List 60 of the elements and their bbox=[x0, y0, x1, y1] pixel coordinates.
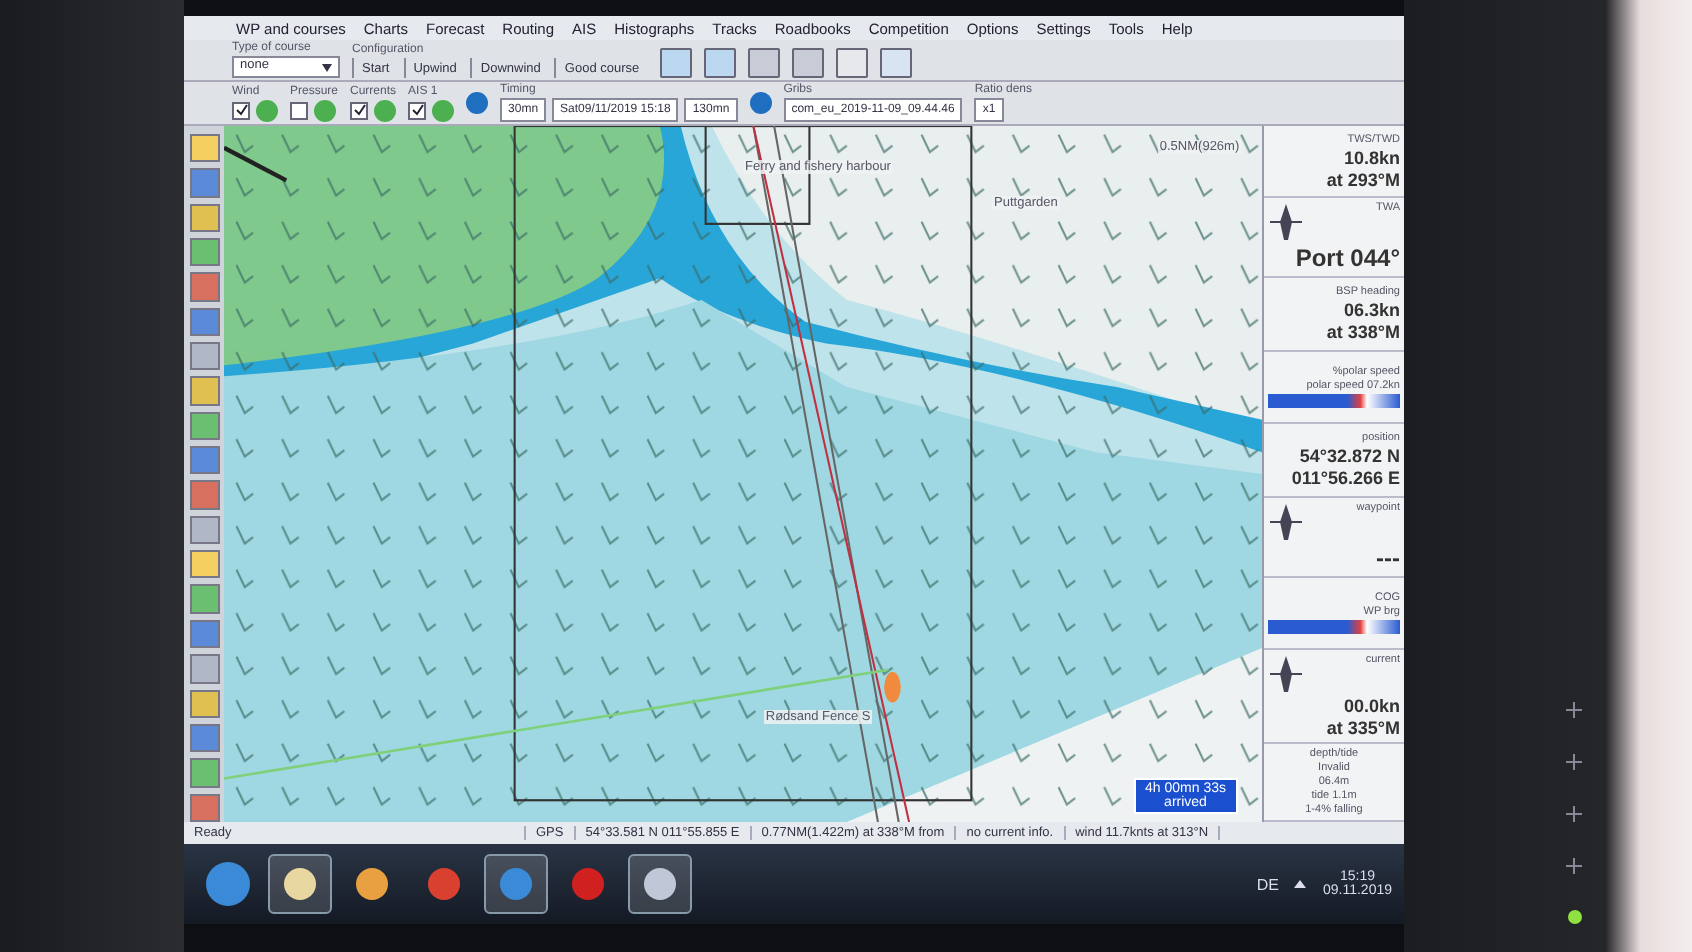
instrument-value: at 338°M bbox=[1326, 322, 1400, 343]
tool-icon[interactable] bbox=[189, 446, 219, 475]
layer-checkbox[interactable] bbox=[408, 101, 427, 119]
tool-icon[interactable] bbox=[189, 550, 219, 579]
tool-icon[interactable] bbox=[189, 619, 219, 649]
tool-icon[interactable] bbox=[189, 203, 219, 233]
instrument-value: Port 044° bbox=[1295, 244, 1400, 273]
layer-checkbox[interactable] bbox=[290, 101, 308, 119]
tray-expand-icon[interactable] bbox=[1294, 880, 1307, 888]
tool-icon[interactable] bbox=[189, 411, 219, 441]
tool-icon[interactable] bbox=[189, 793, 219, 822]
toolbar-icon[interactable] bbox=[791, 48, 824, 78]
monitor-button-icon[interactable] bbox=[1566, 754, 1582, 770]
taskbar-button[interactable] bbox=[268, 854, 332, 914]
instrument-value: 54°32.872 N bbox=[1299, 445, 1400, 466]
layer-icon bbox=[256, 99, 278, 121]
boat-icon bbox=[1268, 202, 1304, 243]
tool-icon[interactable] bbox=[189, 168, 219, 198]
tool-icon[interactable] bbox=[189, 515, 219, 545]
instrument-value: 06.3kn bbox=[1343, 300, 1400, 321]
instrument-value: 10.8kn bbox=[1343, 147, 1400, 168]
gauge-bar bbox=[1268, 619, 1400, 634]
layer-icon bbox=[432, 99, 455, 121]
boat-icon bbox=[1268, 654, 1304, 695]
tool-icon[interactable] bbox=[189, 584, 219, 614]
instrument-value: --- bbox=[1376, 543, 1400, 572]
language-indicator[interactable]: DE bbox=[1256, 875, 1279, 893]
instrument-value: at 293°M bbox=[1326, 169, 1400, 190]
layer-checkbox[interactable] bbox=[232, 101, 250, 119]
tool-icon[interactable] bbox=[189, 689, 219, 718]
toolbar-icon[interactable] bbox=[659, 48, 692, 78]
monitor-button-icon[interactable] bbox=[1566, 806, 1582, 822]
monitor-button-icon[interactable] bbox=[1566, 858, 1582, 874]
instrument-value: 011°56.266 E bbox=[1291, 467, 1400, 488]
tool-icon[interactable] bbox=[189, 342, 219, 371]
tool-icon[interactable] bbox=[189, 238, 219, 267]
layer-icon bbox=[314, 99, 336, 121]
toolbar-icon[interactable] bbox=[835, 48, 868, 78]
tool-icon[interactable] bbox=[189, 307, 219, 337]
layer-icon bbox=[374, 99, 397, 121]
boat-icon bbox=[1268, 501, 1304, 542]
layer-checkbox[interactable] bbox=[350, 101, 369, 119]
tool-icon[interactable] bbox=[189, 758, 219, 788]
tool-icon[interactable] bbox=[189, 376, 219, 406]
tool-icon[interactable] bbox=[189, 134, 219, 163]
power-led-icon bbox=[1567, 910, 1581, 924]
tool-icon[interactable] bbox=[189, 654, 219, 683]
instrument-value: 00.0kn bbox=[1343, 696, 1400, 717]
taskbar-button[interactable] bbox=[484, 854, 548, 914]
taskbar-button[interactable] bbox=[628, 854, 692, 914]
monitor-button-icon[interactable] bbox=[1566, 702, 1582, 718]
tool-icon[interactable] bbox=[189, 272, 219, 302]
toolbar-icon[interactable] bbox=[703, 48, 736, 78]
dropdown-caret-icon bbox=[322, 63, 332, 71]
tool-icon[interactable] bbox=[189, 723, 219, 753]
tool-icon[interactable] bbox=[189, 480, 219, 510]
instrument-value: at 335°M bbox=[1326, 718, 1400, 739]
toolbar-icon[interactable] bbox=[879, 48, 912, 78]
gauge-bar bbox=[1268, 394, 1400, 409]
toolbar-icon[interactable] bbox=[747, 48, 780, 78]
